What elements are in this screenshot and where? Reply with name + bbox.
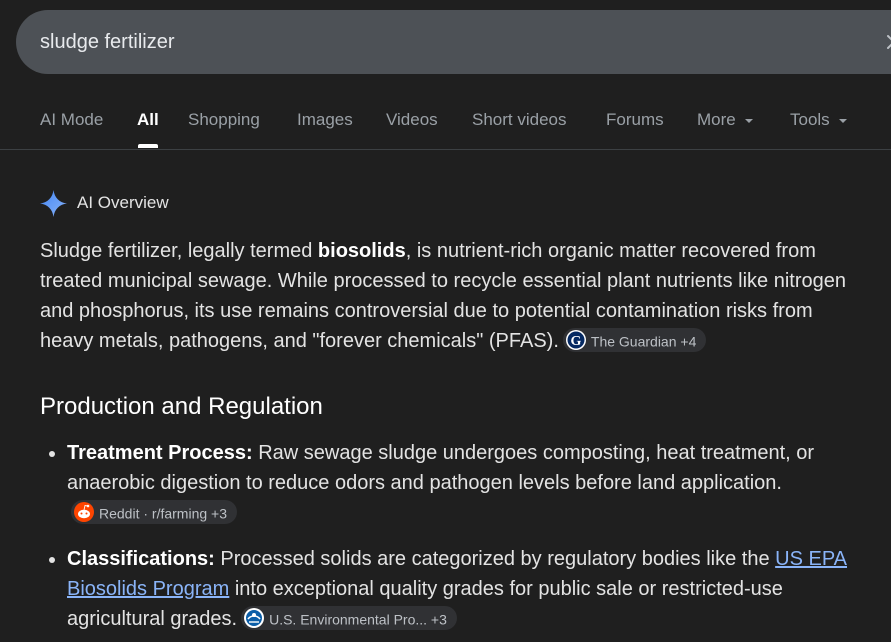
- tab-tools[interactable]: Tools: [790, 110, 848, 130]
- intro-bold-term: biosolids: [317, 240, 406, 262]
- caret-down-icon: [744, 118, 753, 123]
- tab-images[interactable]: Images: [297, 110, 353, 130]
- tab-ai-mode[interactable]: AI Mode: [40, 110, 103, 130]
- close-icon: [887, 35, 891, 49]
- search-results-page: AI Mode All Shopping Images Videos Short…: [0, 0, 891, 642]
- search-tabs: AI Mode All Shopping Images Videos Short…: [0, 100, 891, 150]
- source-chip-epa[interactable]: U.S. Environmental Pro... +3: [241, 606, 457, 630]
- epa-logo-icon: [244, 608, 265, 629]
- gemini-sparkle-icon: [40, 190, 67, 217]
- bullet-label: Treatment Process:: [67, 442, 253, 464]
- active-tab-indicator: [138, 144, 158, 148]
- ai-overview-title: AI Overview: [77, 193, 169, 212]
- tab-more-label: More: [697, 110, 736, 129]
- intro-text-start: Sludge fertilizer, legally termed: [40, 240, 318, 262]
- tab-forums[interactable]: Forums: [606, 110, 664, 130]
- tab-short-videos[interactable]: Short videos: [472, 110, 567, 130]
- source-chip-guardian[interactable]: G The Guardian +4: [562, 328, 707, 352]
- source-chip-epa-label: U.S. Environmental Pro... +3: [269, 611, 447, 628]
- ai-overview-content: Sludge fertilizer, legally termed biosol…: [40, 236, 870, 642]
- section-heading: Production and Regulation: [40, 393, 323, 420]
- bullet-list: Treatment Process: Raw sewage sludge und…: [40, 438, 870, 634]
- reddit-logo-icon: [74, 502, 94, 523]
- ai-overview-intro: Sludge fertilizer, legally termed biosol…: [40, 236, 870, 356]
- search-bar: [16, 10, 891, 74]
- tab-videos[interactable]: Videos: [386, 110, 438, 130]
- bullet-label: Classifications:: [67, 548, 215, 570]
- source-chip-reddit-label: Reddit · r/farming +3: [99, 505, 227, 522]
- clear-search-button[interactable]: [882, 30, 891, 54]
- list-item: Classifications: Processed solids are ca…: [67, 544, 870, 634]
- svg-text:G: G: [570, 334, 581, 349]
- caret-down-icon: [838, 118, 847, 123]
- tab-shopping[interactable]: Shopping: [188, 110, 260, 130]
- source-chip-reddit[interactable]: Reddit · r/farming +3: [71, 500, 237, 524]
- search-input[interactable]: [40, 28, 820, 56]
- tab-more[interactable]: More: [697, 110, 754, 130]
- list-item: Treatment Process: Raw sewage sludge und…: [67, 438, 870, 528]
- source-chip-guardian-label: The Guardian +4: [590, 333, 697, 350]
- guardian-logo-icon: G: [565, 330, 586, 351]
- bullet-text: Processed solids are categorized by regu…: [214, 548, 776, 570]
- tab-tools-label: Tools: [790, 110, 830, 129]
- tab-all[interactable]: All: [137, 110, 159, 130]
